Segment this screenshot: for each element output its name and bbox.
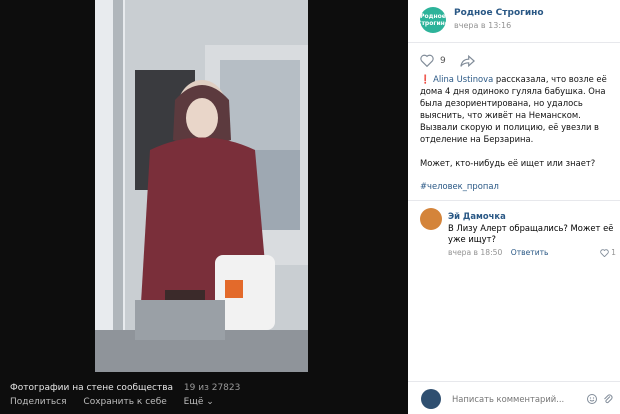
divider <box>408 42 620 43</box>
comment-input[interactable] <box>452 390 577 408</box>
commenter-avatar[interactable] <box>420 208 442 230</box>
photo[interactable] <box>95 0 308 372</box>
photo-footer: Фотографии на стене сообщества 19 из 278… <box>0 376 408 414</box>
attach-icon[interactable] <box>602 393 614 405</box>
save-photo-link[interactable]: Сохранить к себе <box>83 397 166 407</box>
hashtag-link[interactable]: #человек_пропал <box>420 181 499 191</box>
post-time[interactable]: вчера в 13:16 <box>454 21 511 30</box>
photo-illustration <box>95 0 308 372</box>
community-name[interactable]: Родное Строгино <box>454 8 544 18</box>
heart-icon <box>599 249 609 258</box>
share-photo-link[interactable]: Поделиться <box>10 397 67 407</box>
photo-area: Фотографии на стене сообщества 19 из 278… <box>0 0 408 414</box>
comment-text: В Лизу Алерт обращались? Может её уже ищ… <box>448 223 614 244</box>
photo-album-title: Фотографии на стене сообщества <box>10 383 174 393</box>
post-question: Может, кто-нибудь её ищет или знает? <box>420 158 596 168</box>
author-link[interactable]: Alina Ustinova <box>433 74 493 84</box>
photo-actions: Поделиться Сохранить к себе Ещё ⌄ <box>10 397 228 407</box>
more-photo-link[interactable]: Ещё ⌄ <box>184 397 214 407</box>
post-panel: Родное Строгино Родное Строгино вчера в … <box>408 0 620 414</box>
post-actions: 9 <box>420 54 475 67</box>
photo-counter: 19 из 27823 <box>183 383 241 393</box>
post-text: ❗ Alina Ustinova рассказала, что возле е… <box>420 73 612 169</box>
heart-icon[interactable] <box>420 54 434 67</box>
commenter-name[interactable]: Эй Дамочка <box>448 211 506 221</box>
comment-meta: вчера в 18:50 Ответить 1 <box>448 248 616 258</box>
post-body: рассказала, что возле её дома 4 дня один… <box>420 74 607 144</box>
photo-viewer: Фотографии на стене сообщества 19 из 278… <box>0 0 620 414</box>
comment-like[interactable]: 1 <box>599 248 616 258</box>
divider <box>408 200 620 201</box>
my-avatar <box>421 389 441 409</box>
community-avatar[interactable]: Родное Строгино <box>417 7 449 33</box>
alert-mark-icon: ❗ <box>420 74 431 84</box>
likes-count: 9 <box>440 55 446 66</box>
smile-icon[interactable] <box>586 393 598 405</box>
share-icon[interactable] <box>460 54 475 67</box>
comment-time[interactable]: вчера в 18:50 <box>448 248 502 257</box>
comment-likes-count: 1 <box>611 248 616 257</box>
reply-link[interactable]: Ответить <box>511 248 549 257</box>
comment-input-bar <box>408 382 620 414</box>
community-avatar-text: Родное Строгино <box>417 13 449 27</box>
photo-title-row: Фотографии на стене сообщества 19 из 278… <box>10 383 240 393</box>
